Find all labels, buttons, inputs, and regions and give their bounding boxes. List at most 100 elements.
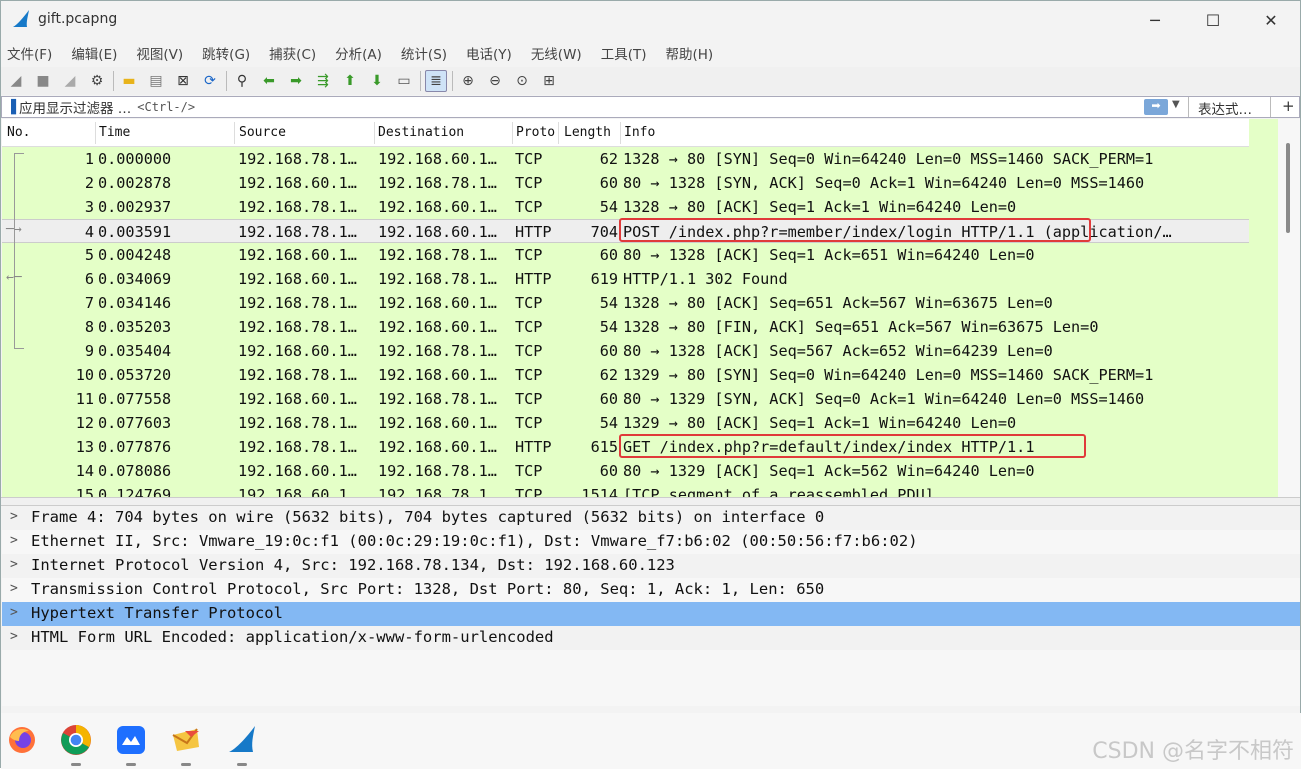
cell-dst: 192.168.78.1…: [378, 174, 497, 192]
packet-list[interactable]: No. Time Source Destination Protocol Len…: [2, 119, 1249, 497]
detail-row-frame[interactable]: > Frame 4: 704 bytes on wire (5632 bits),…: [2, 506, 1300, 530]
menu-file[interactable]: 文件(F): [5, 43, 54, 63]
capture-options-icon[interactable]: ⚙: [86, 70, 108, 92]
close-button[interactable]: ✕: [1242, 1, 1300, 39]
resize-columns-icon[interactable]: ⊞: [538, 70, 560, 92]
column-header-source[interactable]: Source: [239, 125, 286, 140]
menu-wireless[interactable]: 无线(W): [529, 43, 584, 63]
table-row[interactable]: 7 0.034146 192.168.78.1… 192.168.60.1… TCP 54…: [2, 291, 1249, 315]
menu-capture[interactable]: 捕获(C): [267, 43, 318, 63]
column-header-no[interactable]: No.: [7, 125, 30, 140]
cell-info: HTTP/1.1 302 Found: [623, 270, 788, 288]
cell-len: 60: [599, 246, 618, 264]
apply-filter-icon[interactable]: ➡: [1144, 99, 1168, 115]
zoom-normal-icon[interactable]: ⊙: [511, 70, 533, 92]
cell-no: 11: [75, 390, 94, 408]
start-capture-icon[interactable]: ◢: [5, 70, 27, 92]
close-file-icon[interactable]: ⊠: [172, 70, 194, 92]
cell-time: 0.077603: [98, 414, 172, 432]
packet-details[interactable]: > Frame 4: 704 bytes on wire (5632 bits),…: [2, 506, 1300, 706]
column-header-length[interactable]: Length: [564, 125, 611, 140]
zoom-out-icon[interactable]: ⊖: [484, 70, 506, 92]
table-row[interactable]: 12 0.077603 192.168.78.1… 192.168.60.1… TCP 5…: [2, 411, 1249, 435]
minimize-button[interactable]: ─: [1126, 1, 1184, 39]
table-row[interactable]: 9 0.035404 192.168.60.1… 192.168.78.1… TCP 60…: [2, 339, 1249, 363]
filter-dropdown-icon[interactable]: ▼: [1172, 99, 1180, 110]
cell-info: 1329 → 80 [SYN] Seq=0 Win=64240 Len=0 MS…: [623, 366, 1154, 384]
expression-button[interactable]: 表达式…: [1198, 98, 1252, 118]
detail-row-tcp[interactable]: > Transmission Control Protocol, Src Port…: [2, 578, 1300, 602]
autoscroll-icon[interactable]: ▭: [393, 70, 415, 92]
detail-row-http[interactable]: > Hypertext Transfer Protocol: [2, 602, 1300, 626]
menu-help[interactable]: 帮助(H): [663, 43, 715, 63]
cell-no: 14: [75, 462, 94, 480]
colorize-icon[interactable]: ≣: [425, 70, 447, 92]
stop-capture-icon[interactable]: ■: [32, 70, 54, 92]
maximize-button[interactable]: ☐: [1184, 1, 1242, 39]
table-row[interactable]: 6 0.034069 192.168.60.1… 192.168.78.1… HTTP 6…: [2, 267, 1249, 291]
packet-list-header: No. Time Source Destination Protocol Len…: [2, 119, 1249, 147]
add-filter-button[interactable]: +: [1282, 97, 1295, 115]
expand-arrow-icon[interactable]: >: [10, 533, 18, 548]
column-divider[interactable]: [374, 122, 375, 144]
menu-view[interactable]: 视图(V): [134, 43, 185, 63]
cell-no: 10: [75, 366, 94, 384]
detail-row-form[interactable]: > HTML Form URL Encoded: application/x-ww…: [2, 626, 1300, 650]
lark-icon[interactable]: [114, 723, 148, 766]
column-header-protocol[interactable]: Protocol: [516, 125, 556, 140]
cell-src: 192.168.78.1…: [238, 223, 357, 241]
chrome-icon[interactable]: [59, 723, 93, 766]
go-last-packet-icon[interactable]: ⬇: [366, 70, 388, 92]
window-title: gift.pcapng: [38, 11, 118, 27]
table-row[interactable]: 8 0.035203 192.168.78.1… 192.168.60.1… TCP 54…: [2, 315, 1249, 339]
menu-go[interactable]: 跳转(G): [200, 43, 252, 63]
column-divider[interactable]: [95, 122, 96, 144]
expand-arrow-icon[interactable]: >: [10, 605, 18, 620]
menu-statistics[interactable]: 统计(S): [399, 43, 449, 63]
table-row[interactable]: 3 0.002937 192.168.78.1… 192.168.60.1… TCP 54…: [2, 195, 1249, 219]
table-row[interactable]: 2 0.002878 192.168.60.1… 192.168.78.1… TCP 60…: [2, 171, 1249, 195]
column-header-time[interactable]: Time: [99, 125, 130, 140]
table-row[interactable]: 11 0.077558 192.168.60.1… 192.168.78.1… TCP 6…: [2, 387, 1249, 411]
table-row[interactable]: 5 0.004248 192.168.60.1… 192.168.78.1… TCP 60…: [2, 243, 1249, 267]
firefox-icon[interactable]: [5, 723, 39, 757]
find-packet-icon[interactable]: ⚲: [231, 70, 253, 92]
scrollbar-thumb[interactable]: [1286, 143, 1290, 233]
go-first-packet-icon[interactable]: ⬆: [339, 70, 361, 92]
go-to-packet-icon[interactable]: ⇶: [312, 70, 334, 92]
column-divider[interactable]: [512, 122, 513, 144]
menu-analyze[interactable]: 分析(A): [333, 43, 384, 63]
save-file-icon[interactable]: ▤: [145, 70, 167, 92]
open-file-icon[interactable]: ▬: [118, 70, 140, 92]
table-row[interactable]: 1 0.000000 192.168.78.1… 192.168.60.1… TCP 62…: [2, 147, 1249, 171]
menu-edit[interactable]: 编辑(E): [69, 43, 119, 63]
column-divider[interactable]: [558, 122, 559, 144]
menu-tools[interactable]: 工具(T): [599, 43, 649, 63]
menu-telephony[interactable]: 电话(Y): [464, 43, 514, 63]
cell-proto: TCP: [515, 366, 543, 384]
detail-row-ip[interactable]: > Internet Protocol Version 4, Src: 192.1…: [2, 554, 1300, 578]
wireshark-icon[interactable]: [225, 723, 259, 766]
display-filter-bar[interactable]: ▐ 应用显示过滤器 … <Ctrl-/> ➡ ▼ 表达式… +: [1, 96, 1300, 118]
reload-file-icon[interactable]: ⟳: [199, 70, 221, 92]
go-forward-icon[interactable]: ➡: [285, 70, 307, 92]
packet-list-scrollbar[interactable]: [1278, 119, 1300, 497]
table-row[interactable]: 10 0.053720 192.168.78.1… 192.168.60.1… TCP 6…: [2, 363, 1249, 387]
zoom-in-icon[interactable]: ⊕: [457, 70, 479, 92]
table-row[interactable]: 14 0.078086 192.168.60.1… 192.168.78.1… TCP 6…: [2, 459, 1249, 483]
expand-arrow-icon[interactable]: >: [10, 509, 18, 524]
detail-row-ethernet[interactable]: > Ethernet II, Src: Vmware_19:0c:f1 (00:0…: [2, 530, 1300, 554]
expand-arrow-icon[interactable]: >: [10, 581, 18, 596]
expand-arrow-icon[interactable]: >: [10, 557, 18, 572]
column-divider[interactable]: [234, 122, 235, 144]
mail-app-icon[interactable]: [169, 723, 203, 766]
pane-splitter[interactable]: [1, 497, 1300, 506]
column-header-info[interactable]: Info: [624, 125, 655, 140]
table-row[interactable]: 15 0.124769 192.168.60.1… 192.168.78.1… TCP 1…: [2, 483, 1249, 497]
restart-capture-icon[interactable]: ◢: [59, 70, 81, 92]
column-header-destination[interactable]: Destination: [378, 125, 464, 140]
go-back-icon[interactable]: ⬅: [258, 70, 280, 92]
column-divider[interactable]: [620, 122, 621, 144]
bookmark-icon[interactable]: ▐: [6, 100, 16, 115]
expand-arrow-icon[interactable]: >: [10, 629, 18, 644]
